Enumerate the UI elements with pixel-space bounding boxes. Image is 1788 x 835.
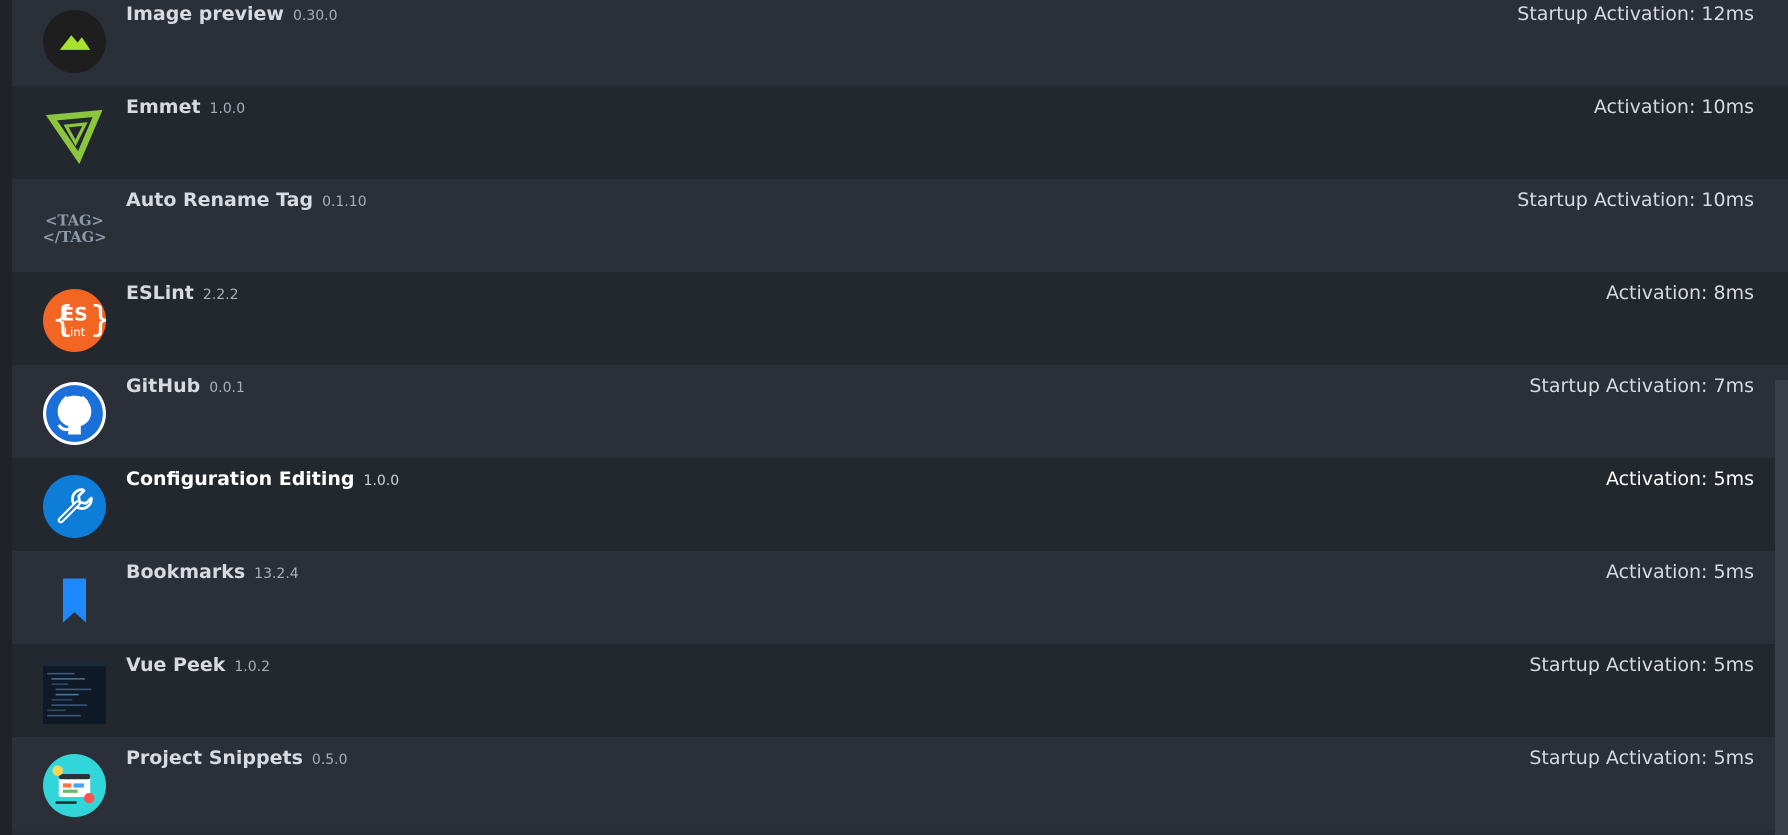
extension-version: 0.1.10 xyxy=(322,194,367,210)
extension-row-configuration-editing[interactable]: Configuration Editing 1.0.0 Activation: 5… xyxy=(12,458,1788,551)
tag-icon: <TAG> </TAG> xyxy=(43,196,106,259)
eslint-icon: { } ES Lint xyxy=(43,289,106,352)
wrench-icon xyxy=(43,475,106,538)
extension-version: 0.5.0 xyxy=(311,752,348,768)
extension-name: Image preview xyxy=(126,3,284,25)
activation-time: Startup Activation: 5ms xyxy=(1529,654,1754,676)
extension-row-github[interactable]: GitHub 0.0.1 Startup Activation: 7ms xyxy=(12,365,1788,458)
activation-time: Activation: 10ms xyxy=(1593,96,1754,118)
extension-name: Bookmarks xyxy=(126,561,246,583)
extension-list: Image preview 0.30.0 Startup Activation: … xyxy=(12,0,1788,830)
activation-time: Activation: 5ms xyxy=(1605,561,1754,583)
extension-version: 2.2.2 xyxy=(202,287,239,303)
extension-version: 1.0.0 xyxy=(209,101,246,117)
extension-name: Emmet xyxy=(126,96,201,118)
tag-icon-close: </TAG> xyxy=(43,229,106,246)
activation-time: Activation: 8ms xyxy=(1605,282,1754,304)
extension-row-image-preview[interactable]: Image preview 0.30.0 Startup Activation: … xyxy=(12,0,1788,86)
vertical-scrollbar[interactable] xyxy=(1775,380,1788,835)
extension-name: Configuration Editing xyxy=(126,468,355,490)
extension-version: 0.0.1 xyxy=(209,380,245,396)
snippets-icon xyxy=(43,754,106,817)
extension-name: GitHub xyxy=(126,375,201,397)
extension-activation-list-view: Image preview 0.30.0 Startup Activation: … xyxy=(0,0,1788,835)
extension-row-emmet[interactable]: Emmet 1.0.0 Activation: 10ms xyxy=(12,86,1788,179)
activation-time: Startup Activation: 5ms xyxy=(1529,747,1754,769)
extension-row-eslint[interactable]: { } ES Lint ESLint 2.2.2 Activation: 8ms xyxy=(12,272,1788,365)
left-gutter xyxy=(0,0,12,835)
github-icon xyxy=(43,382,106,445)
extension-row-vue-peek[interactable]: Vue Peek 1.0.2 Startup Activation: 5ms xyxy=(12,644,1788,737)
extension-version: 1.0.0 xyxy=(363,473,400,489)
extension-row-auto-rename-tag[interactable]: <TAG> </TAG> Auto Rename Tag 0.1.10 Start… xyxy=(12,179,1788,272)
activation-time: Startup Activation: 7ms xyxy=(1529,375,1754,397)
extension-row-project-snippets[interactable]: Project Snippets 0.5.0 Startup Activation… xyxy=(12,737,1788,830)
eslint-icon-es: ES xyxy=(61,304,88,326)
activation-time: Startup Activation: 12ms xyxy=(1517,3,1754,25)
emmet-icon xyxy=(43,103,106,166)
extension-version: 13.2.4 xyxy=(254,566,299,582)
svg-text:}: } xyxy=(89,299,106,340)
extension-name: Vue Peek xyxy=(126,654,226,676)
eslint-icon-lint: Lint xyxy=(64,325,86,339)
extension-version: 1.0.2 xyxy=(234,659,271,675)
extension-row-bookmarks[interactable]: Bookmarks 13.2.4 Activation: 5ms xyxy=(12,551,1788,644)
activation-time: Activation: 5ms xyxy=(1605,468,1754,490)
extension-name: Auto Rename Tag xyxy=(126,189,314,211)
tag-icon-open: <TAG> xyxy=(45,212,104,229)
activation-time: Startup Activation: 10ms xyxy=(1517,189,1754,211)
bookmark-icon xyxy=(43,568,106,631)
mountain-icon xyxy=(43,10,106,73)
extension-name: ESLint xyxy=(126,282,194,304)
extension-name: Project Snippets xyxy=(126,747,303,769)
extension-version: 0.30.0 xyxy=(292,8,338,24)
code-thumbnail-icon xyxy=(43,661,106,724)
